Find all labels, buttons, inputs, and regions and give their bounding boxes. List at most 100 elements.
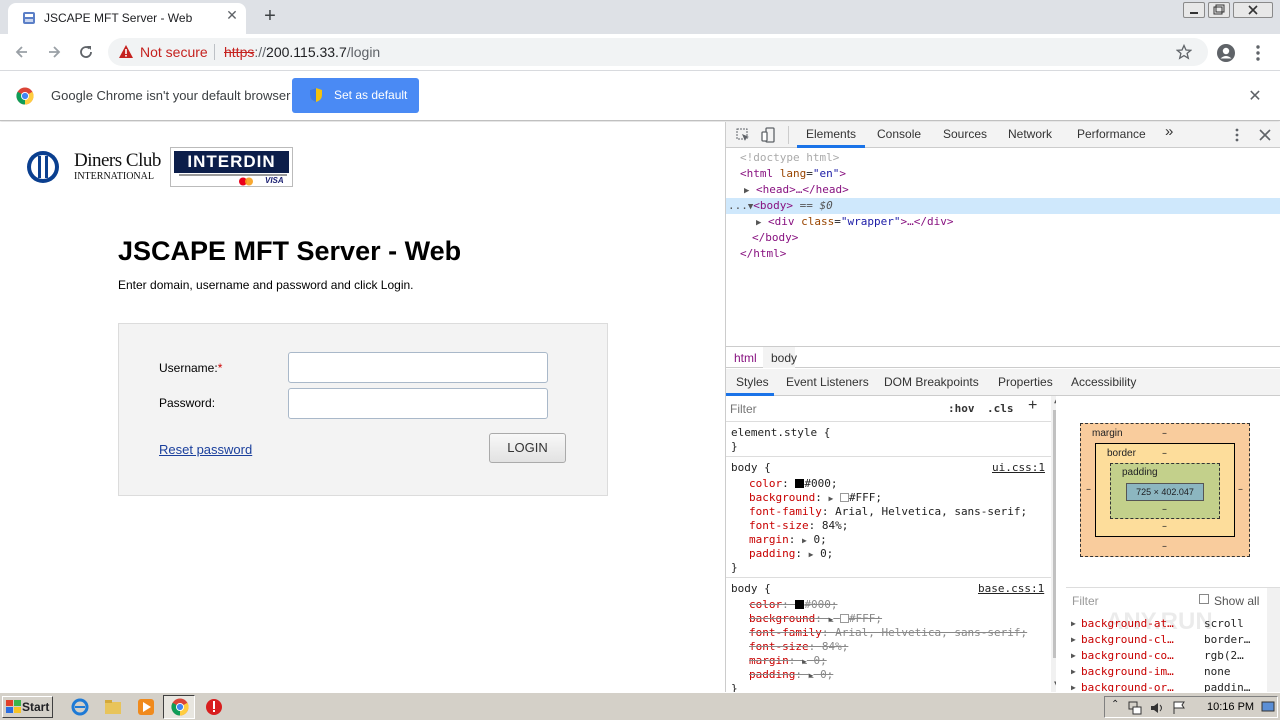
browser-tab[interactable]: JSCAPE MFT Server - Web ✕ — [8, 3, 246, 34]
rule2-prop-font-family[interactable]: font-family: Arial, Helvetica, sans-seri… — [749, 626, 1027, 640]
styles-scrollbar-thumb[interactable] — [1053, 410, 1056, 658]
password-input[interactable] — [288, 388, 548, 419]
rule1-prop-padding[interactable]: padding: ▶ 0; — [749, 547, 833, 561]
back-button[interactable] — [12, 42, 32, 62]
scroll-down-icon[interactable]: ▼ — [1054, 679, 1056, 688]
volume-icon[interactable] — [1149, 700, 1165, 716]
rule1-prop-font-size[interactable]: font-size: 84%; — [749, 519, 848, 533]
system-clock[interactable]: 10:16 PM — [1207, 701, 1254, 713]
restore-button[interactable] — [1208, 2, 1230, 18]
rule1-prop-color[interactable]: color: #000; — [749, 477, 838, 491]
reload-button[interactable] — [76, 42, 96, 62]
devtools-menu-icon[interactable] — [1229, 127, 1245, 143]
rule1-prop-font-family[interactable]: font-family: Arial, Helvetica, sans-seri… — [749, 505, 1027, 519]
network-icon[interactable] — [1127, 700, 1143, 716]
infobar-close-icon[interactable]: ✕ — [1246, 87, 1264, 105]
profile-avatar-icon[interactable] — [1216, 43, 1236, 63]
expand-triangle-icon[interactable]: ▶ — [802, 536, 807, 545]
hover-state-toggle[interactable]: :hov — [948, 402, 975, 415]
rule2-prop-background[interactable]: background: ▶ #FFF; — [749, 612, 882, 626]
rule2-prop-font-size[interactable]: font-size: 84%; — [749, 640, 848, 654]
computed-filter-input[interactable]: Filter — [1072, 594, 1099, 608]
tab-performance[interactable]: Performance — [1077, 127, 1146, 141]
expand-triangle-icon[interactable]: ▶ — [828, 615, 833, 624]
box-content-size[interactable]: 725 × 402.047 — [1126, 483, 1204, 501]
expand-triangle-icon[interactable]: ▶ — [1071, 648, 1076, 664]
set-as-default-button[interactable]: Set as default — [292, 78, 419, 113]
rule1-source-link[interactable]: ui.css:1 — [992, 461, 1045, 475]
tab-elements[interactable]: Elements — [806, 127, 856, 141]
expand-triangle-icon[interactable]: ▶ — [1071, 616, 1076, 632]
window-close-button[interactable] — [1233, 2, 1273, 18]
dom-head-node[interactable]: ▶ <head>…</head> — [744, 182, 849, 198]
rule2-prop-margin[interactable]: margin: ▶ 0; — [749, 654, 827, 668]
rule1-prop-background[interactable]: background: ▶ #FFF; — [749, 491, 882, 505]
rule2-source-link[interactable]: base.css:1 — [978, 582, 1044, 596]
subtab-styles[interactable]: Styles — [736, 375, 769, 389]
dom-div-wrapper-node[interactable]: ▶ <div class="wrapper">…</div> — [756, 214, 954, 230]
rule1-selector[interactable]: body { — [731, 461, 771, 475]
tab-sources[interactable]: Sources — [943, 127, 987, 141]
minimize-button[interactable] — [1183, 2, 1205, 18]
devtools-close-icon[interactable] — [1257, 127, 1273, 143]
bookmark-star-icon[interactable] — [1176, 44, 1192, 60]
dom-body-node[interactable]: ...▼<body> == $0 — [728, 198, 833, 214]
computed-row[interactable]: ▶ background-cl… border… — [1066, 632, 1280, 648]
expand-triangle-icon[interactable]: ▶ — [802, 657, 807, 666]
styles-filter-input[interactable] — [730, 400, 935, 418]
file-explorer-icon[interactable] — [103, 697, 123, 717]
computed-row[interactable]: ▶ background-im… none — [1066, 664, 1280, 680]
start-button[interactable]: Start — [2, 696, 53, 718]
class-toggle[interactable]: .cls — [987, 402, 1014, 415]
expand-triangle-icon[interactable]: ▶ — [744, 186, 749, 196]
taskbar-chrome-button[interactable] — [163, 695, 195, 719]
rule1-prop-margin[interactable]: margin: ▶ 0; — [749, 533, 827, 547]
subtab-dom-breakpoints[interactable]: DOM Breakpoints — [884, 375, 979, 389]
expand-triangle-icon[interactable]: ▶ — [756, 218, 761, 228]
expand-triangle-icon[interactable]: ▶ — [1071, 664, 1076, 680]
device-toolbar-icon[interactable] — [761, 127, 777, 143]
subtab-accessibility[interactable]: Accessibility — [1071, 375, 1136, 389]
tab-console[interactable]: Console — [877, 127, 921, 141]
show-all-checkbox[interactable] — [1199, 594, 1209, 604]
forward-button[interactable] — [44, 42, 64, 62]
color-swatch-icon[interactable] — [839, 614, 849, 623]
element-style-selector[interactable]: element.style { — [731, 426, 830, 440]
styles-scrollbar[interactable]: ▲ ▼ — [1051, 396, 1056, 692]
internet-explorer-icon[interactable] — [70, 697, 90, 717]
subtab-event-listeners[interactable]: Event Listeners — [786, 375, 869, 389]
url-text[interactable]: https://200.115.33.7/login — [224, 44, 380, 60]
inspect-element-icon[interactable] — [735, 127, 751, 143]
expand-triangle-icon[interactable]: ▶ — [828, 494, 833, 503]
new-tab-button[interactable]: + — [260, 6, 280, 26]
computed-scrollbar[interactable] — [1267, 588, 1280, 693]
expand-triangle-icon[interactable]: ▶ — [809, 671, 814, 680]
dom-html-close[interactable]: </html> — [740, 246, 786, 262]
computed-row[interactable]: ▶ background-co… rgb(2… — [1066, 648, 1280, 664]
new-style-rule-icon[interactable]: + — [1028, 397, 1037, 415]
reset-password-link[interactable]: Reset password — [159, 442, 252, 457]
username-input[interactable] — [288, 352, 548, 383]
more-tabs-icon[interactable]: » — [1165, 123, 1173, 140]
rule2-prop-padding[interactable]: padding: ▶ 0; — [749, 668, 833, 682]
color-swatch-icon[interactable] — [839, 493, 849, 502]
box-padding[interactable]: padding – 725 × 402.047 — [1110, 463, 1220, 519]
subtab-properties[interactable]: Properties — [998, 375, 1053, 389]
tab-close-icon[interactable]: ✕ — [224, 8, 240, 24]
tray-expand-icon[interactable]: ⌃ — [1111, 699, 1119, 710]
stop-sign-icon[interactable] — [204, 697, 224, 717]
address-bar[interactable]: Not secure https://200.115.33.7/login — [108, 38, 1208, 66]
scroll-up-icon[interactable]: ▲ — [1054, 396, 1056, 405]
breadcrumb-body[interactable]: body — [771, 351, 797, 365]
box-margin[interactable]: margin – – – – border – – padding – 725 … — [1080, 423, 1250, 557]
action-center-flag-icon[interactable] — [1171, 700, 1187, 716]
media-player-icon[interactable] — [136, 697, 156, 717]
dom-body-close[interactable]: </body> — [752, 230, 798, 246]
box-border[interactable]: border – – padding – 725 × 402.047 — [1095, 443, 1235, 537]
not-secure-label[interactable]: Not secure — [140, 44, 208, 60]
computed-row[interactable]: ▶ background-at… scroll — [1066, 616, 1280, 632]
dom-html-node[interactable]: <html lang="en"> — [740, 166, 846, 182]
expand-triangle-icon[interactable]: ▶ — [809, 550, 814, 559]
tab-network[interactable]: Network — [1008, 127, 1052, 141]
dom-doctype[interactable]: <!doctype html> — [740, 150, 839, 166]
